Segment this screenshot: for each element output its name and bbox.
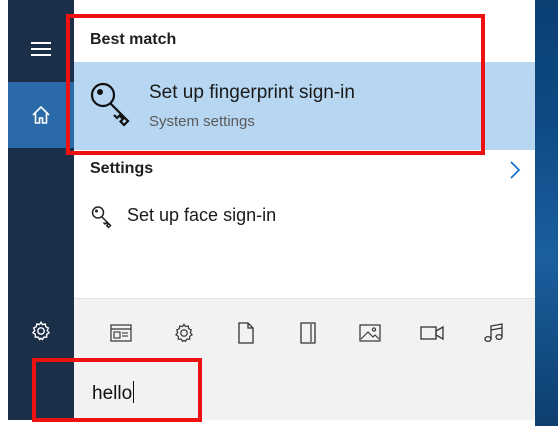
filter-documents-button[interactable] (234, 321, 258, 345)
search-results: Best match Set up fingerprint sign-in Sy… (74, 0, 535, 298)
hamburger-menu-button[interactable] (8, 16, 74, 82)
settings-result-label: Set up face sign-in (127, 205, 277, 225)
video-icon (420, 325, 444, 341)
filter-music-button[interactable] (482, 321, 506, 345)
filter-photos-button[interactable] (358, 321, 382, 345)
chevron-right-icon[interactable] (509, 160, 521, 180)
best-match-subtitle: System settings (149, 113, 255, 130)
start-rail (8, 0, 74, 420)
music-icon (484, 323, 503, 343)
search-input[interactable]: hello (92, 381, 135, 405)
folder-icon (300, 322, 316, 344)
document-icon (238, 322, 254, 344)
filter-videos-button[interactable] (420, 321, 444, 345)
apps-icon (110, 324, 132, 342)
settings-heading: Settings (90, 160, 154, 177)
text-caret (133, 381, 135, 403)
gear-icon (31, 321, 51, 341)
photo-icon (359, 324, 381, 342)
settings-result-face-sign-in[interactable]: Set up face sign-in (74, 196, 535, 236)
best-match-result[interactable]: Set up fingerprint sign-in System settin… (74, 62, 535, 150)
search-panel: Best match Set up fingerprint sign-in Sy… (74, 0, 535, 420)
search-input-value: hello (92, 383, 133, 404)
home-icon (32, 105, 50, 124)
filter-folders-button[interactable] (296, 321, 320, 345)
rail-settings-button[interactable] (8, 298, 74, 364)
search-box[interactable]: hello (74, 364, 535, 420)
filter-settings-button[interactable] (172, 321, 196, 345)
gear-icon (175, 323, 193, 343)
home-button[interactable] (8, 82, 74, 148)
filter-apps-button[interactable] (109, 321, 133, 345)
filter-bar (74, 298, 535, 365)
best-match-title: Set up fingerprint sign-in (149, 82, 355, 103)
best-match-heading: Best match (90, 31, 177, 48)
key-icon (90, 82, 130, 127)
desktop-background (535, 0, 558, 426)
key-icon (91, 206, 112, 229)
hamburger-icon (31, 42, 51, 56)
